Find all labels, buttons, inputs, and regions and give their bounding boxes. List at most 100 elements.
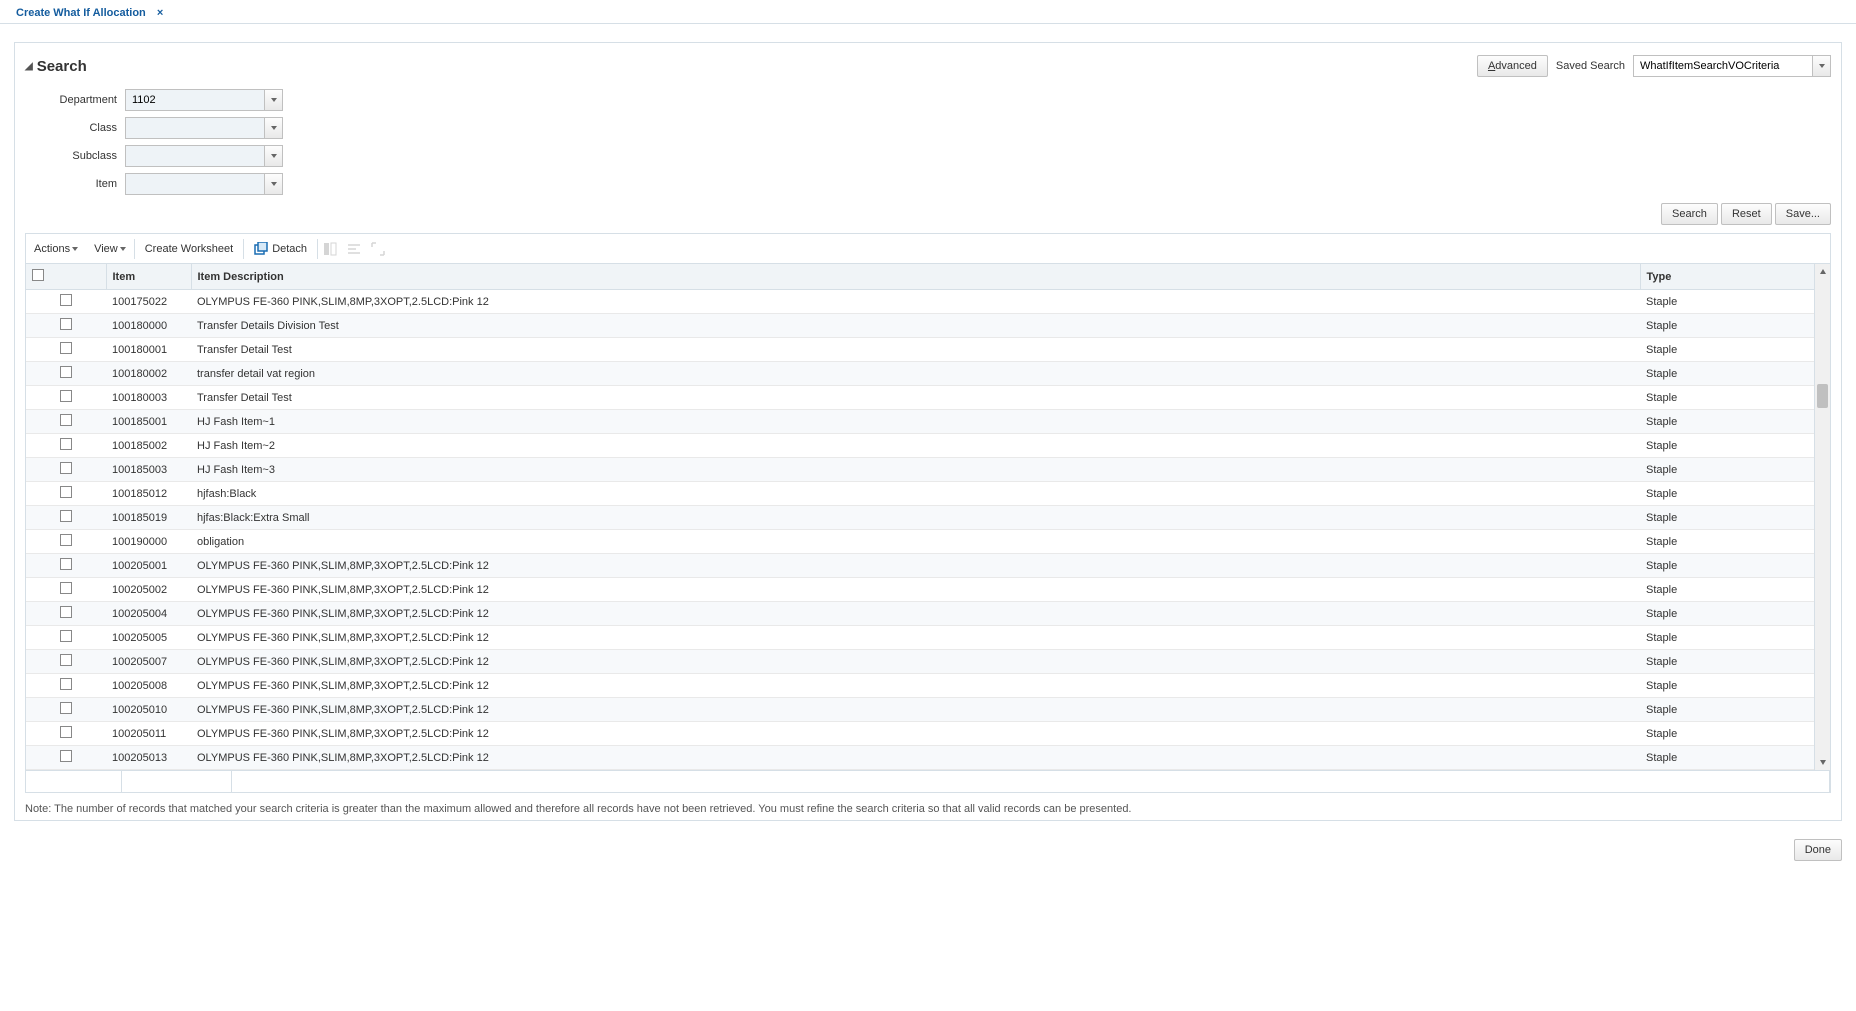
saved-search-select[interactable] — [1633, 55, 1831, 77]
detach-button[interactable]: Detach — [244, 234, 317, 263]
subclass-field[interactable] — [125, 145, 283, 167]
row-checkbox[interactable] — [60, 438, 72, 450]
collapse-icon[interactable]: ◢ — [25, 61, 33, 72]
department-input[interactable] — [125, 89, 265, 111]
table-row[interactable]: 100205008OLYMPUS FE-360 PINK,SLIM,8MP,3X… — [26, 674, 1830, 698]
cell-desc: Transfer Detail Test — [191, 338, 1640, 362]
row-checkbox[interactable] — [60, 366, 72, 378]
table-row[interactable]: 100205005OLYMPUS FE-360 PINK,SLIM,8MP,3X… — [26, 626, 1830, 650]
department-field[interactable] — [125, 89, 283, 111]
cell-desc: OLYMPUS FE-360 PINK,SLIM,8MP,3XOPT,2.5LC… — [191, 722, 1640, 746]
row-checkbox[interactable] — [60, 414, 72, 426]
wrap-icon[interactable] — [342, 234, 366, 263]
cell-desc: HJ Fash Item~2 — [191, 434, 1640, 458]
subclass-label: Subclass — [25, 150, 125, 162]
cell-type: Staple — [1640, 650, 1830, 674]
row-checkbox[interactable] — [60, 606, 72, 618]
table-row[interactable]: 100180000Transfer Details Division TestS… — [26, 314, 1830, 338]
table-row[interactable]: 100205001OLYMPUS FE-360 PINK,SLIM,8MP,3X… — [26, 554, 1830, 578]
row-checkbox[interactable] — [60, 486, 72, 498]
done-button[interactable]: Done — [1794, 839, 1842, 861]
cell-type: Staple — [1640, 674, 1830, 698]
dropdown-icon[interactable] — [1813, 55, 1831, 77]
header-item[interactable]: Item — [106, 264, 191, 290]
department-label: Department — [25, 94, 125, 106]
close-icon[interactable]: × — [157, 7, 163, 19]
actions-menu[interactable]: Actions — [26, 234, 86, 263]
table-row[interactable]: 100185019hjfas:Black:Extra SmallStaple — [26, 506, 1830, 530]
scroll-up-icon[interactable] — [1815, 264, 1830, 280]
row-checkbox[interactable] — [60, 558, 72, 570]
cell-item: 100205004 — [106, 602, 191, 626]
item-input[interactable] — [125, 173, 265, 195]
row-checkbox[interactable] — [60, 702, 72, 714]
dropdown-icon[interactable] — [265, 145, 283, 167]
row-checkbox[interactable] — [60, 318, 72, 330]
table-row[interactable]: 100180002transfer detail vat regionStapl… — [26, 362, 1830, 386]
cell-desc: Transfer Details Division Test — [191, 314, 1640, 338]
vertical-scrollbar[interactable] — [1814, 264, 1830, 770]
item-field[interactable] — [125, 173, 283, 195]
header-checkbox — [26, 264, 106, 290]
create-worksheet-button[interactable]: Create Worksheet — [135, 234, 243, 263]
dropdown-icon[interactable] — [265, 117, 283, 139]
cell-type: Staple — [1640, 290, 1830, 314]
row-checkbox[interactable] — [60, 510, 72, 522]
saved-search-input[interactable] — [1633, 55, 1813, 77]
subclass-input[interactable] — [125, 145, 265, 167]
row-checkbox[interactable] — [60, 630, 72, 642]
scroll-thumb[interactable] — [1817, 384, 1828, 408]
freeze-icon[interactable] — [318, 234, 342, 263]
table-row[interactable]: 100205011OLYMPUS FE-360 PINK,SLIM,8MP,3X… — [26, 722, 1830, 746]
table-row[interactable]: 100205013OLYMPUS FE-360 PINK,SLIM,8MP,3X… — [26, 746, 1830, 770]
tab-create-whatif[interactable]: Create What If Allocation × — [8, 4, 171, 22]
table-row[interactable]: 100205002OLYMPUS FE-360 PINK,SLIM,8MP,3X… — [26, 578, 1830, 602]
row-checkbox[interactable] — [60, 390, 72, 402]
row-checkbox[interactable] — [60, 678, 72, 690]
table-row[interactable]: 100190000obligationStaple — [26, 530, 1830, 554]
row-checkbox[interactable] — [60, 726, 72, 738]
cell-desc: OLYMPUS FE-360 PINK,SLIM,8MP,3XOPT,2.5LC… — [191, 554, 1640, 578]
cell-item: 100185012 — [106, 482, 191, 506]
cell-desc: OLYMPUS FE-360 PINK,SLIM,8MP,3XOPT,2.5LC… — [191, 290, 1640, 314]
cell-item: 100175022 — [106, 290, 191, 314]
expand-icon[interactable] — [366, 234, 390, 263]
dropdown-icon[interactable] — [265, 173, 283, 195]
select-all-checkbox[interactable] — [32, 269, 44, 281]
table-row[interactable]: 100185003HJ Fash Item~3Staple — [26, 458, 1830, 482]
advanced-button[interactable]: Advanced — [1477, 55, 1548, 77]
row-checkbox[interactable] — [60, 582, 72, 594]
reset-button[interactable]: Reset — [1721, 203, 1772, 225]
table-row[interactable]: 100180001Transfer Detail TestStaple — [26, 338, 1830, 362]
view-menu[interactable]: View — [86, 234, 134, 263]
cell-type: Staple — [1640, 338, 1830, 362]
header-type[interactable]: Type — [1640, 264, 1830, 290]
row-checkbox[interactable] — [60, 294, 72, 306]
table-row[interactable]: 100185001HJ Fash Item~1Staple — [26, 410, 1830, 434]
search-title: ◢ Search — [25, 58, 87, 75]
row-checkbox[interactable] — [60, 750, 72, 762]
table-row[interactable]: 100185002HJ Fash Item~2Staple — [26, 434, 1830, 458]
cell-desc: OLYMPUS FE-360 PINK,SLIM,8MP,3XOPT,2.5LC… — [191, 698, 1640, 722]
row-checkbox[interactable] — [60, 342, 72, 354]
row-checkbox[interactable] — [60, 462, 72, 474]
cell-desc: OLYMPUS FE-360 PINK,SLIM,8MP,3XOPT,2.5LC… — [191, 650, 1640, 674]
class-input[interactable] — [125, 117, 265, 139]
table-row[interactable]: 100175022OLYMPUS FE-360 PINK,SLIM,8MP,3X… — [26, 290, 1830, 314]
header-desc[interactable]: Item Description — [191, 264, 1640, 290]
row-checkbox[interactable] — [60, 534, 72, 546]
cell-item: 100185019 — [106, 506, 191, 530]
table-row[interactable]: 100205007OLYMPUS FE-360 PINK,SLIM,8MP,3X… — [26, 650, 1830, 674]
table-row[interactable]: 100180003Transfer Detail TestStaple — [26, 386, 1830, 410]
table-row[interactable]: 100205004OLYMPUS FE-360 PINK,SLIM,8MP,3X… — [26, 602, 1830, 626]
save-button[interactable]: Save... — [1775, 203, 1831, 225]
results-table-wrap: Item Item Description Type 100175022OLYM… — [25, 263, 1831, 771]
search-button[interactable]: Search — [1661, 203, 1718, 225]
table-row[interactable]: 100185012hjfash:BlackStaple — [26, 482, 1830, 506]
scroll-down-icon[interactable] — [1815, 754, 1830, 770]
table-row[interactable]: 100205010OLYMPUS FE-360 PINK,SLIM,8MP,3X… — [26, 698, 1830, 722]
dropdown-icon[interactable] — [265, 89, 283, 111]
cell-type: Staple — [1640, 722, 1830, 746]
row-checkbox[interactable] — [60, 654, 72, 666]
class-field[interactable] — [125, 117, 283, 139]
